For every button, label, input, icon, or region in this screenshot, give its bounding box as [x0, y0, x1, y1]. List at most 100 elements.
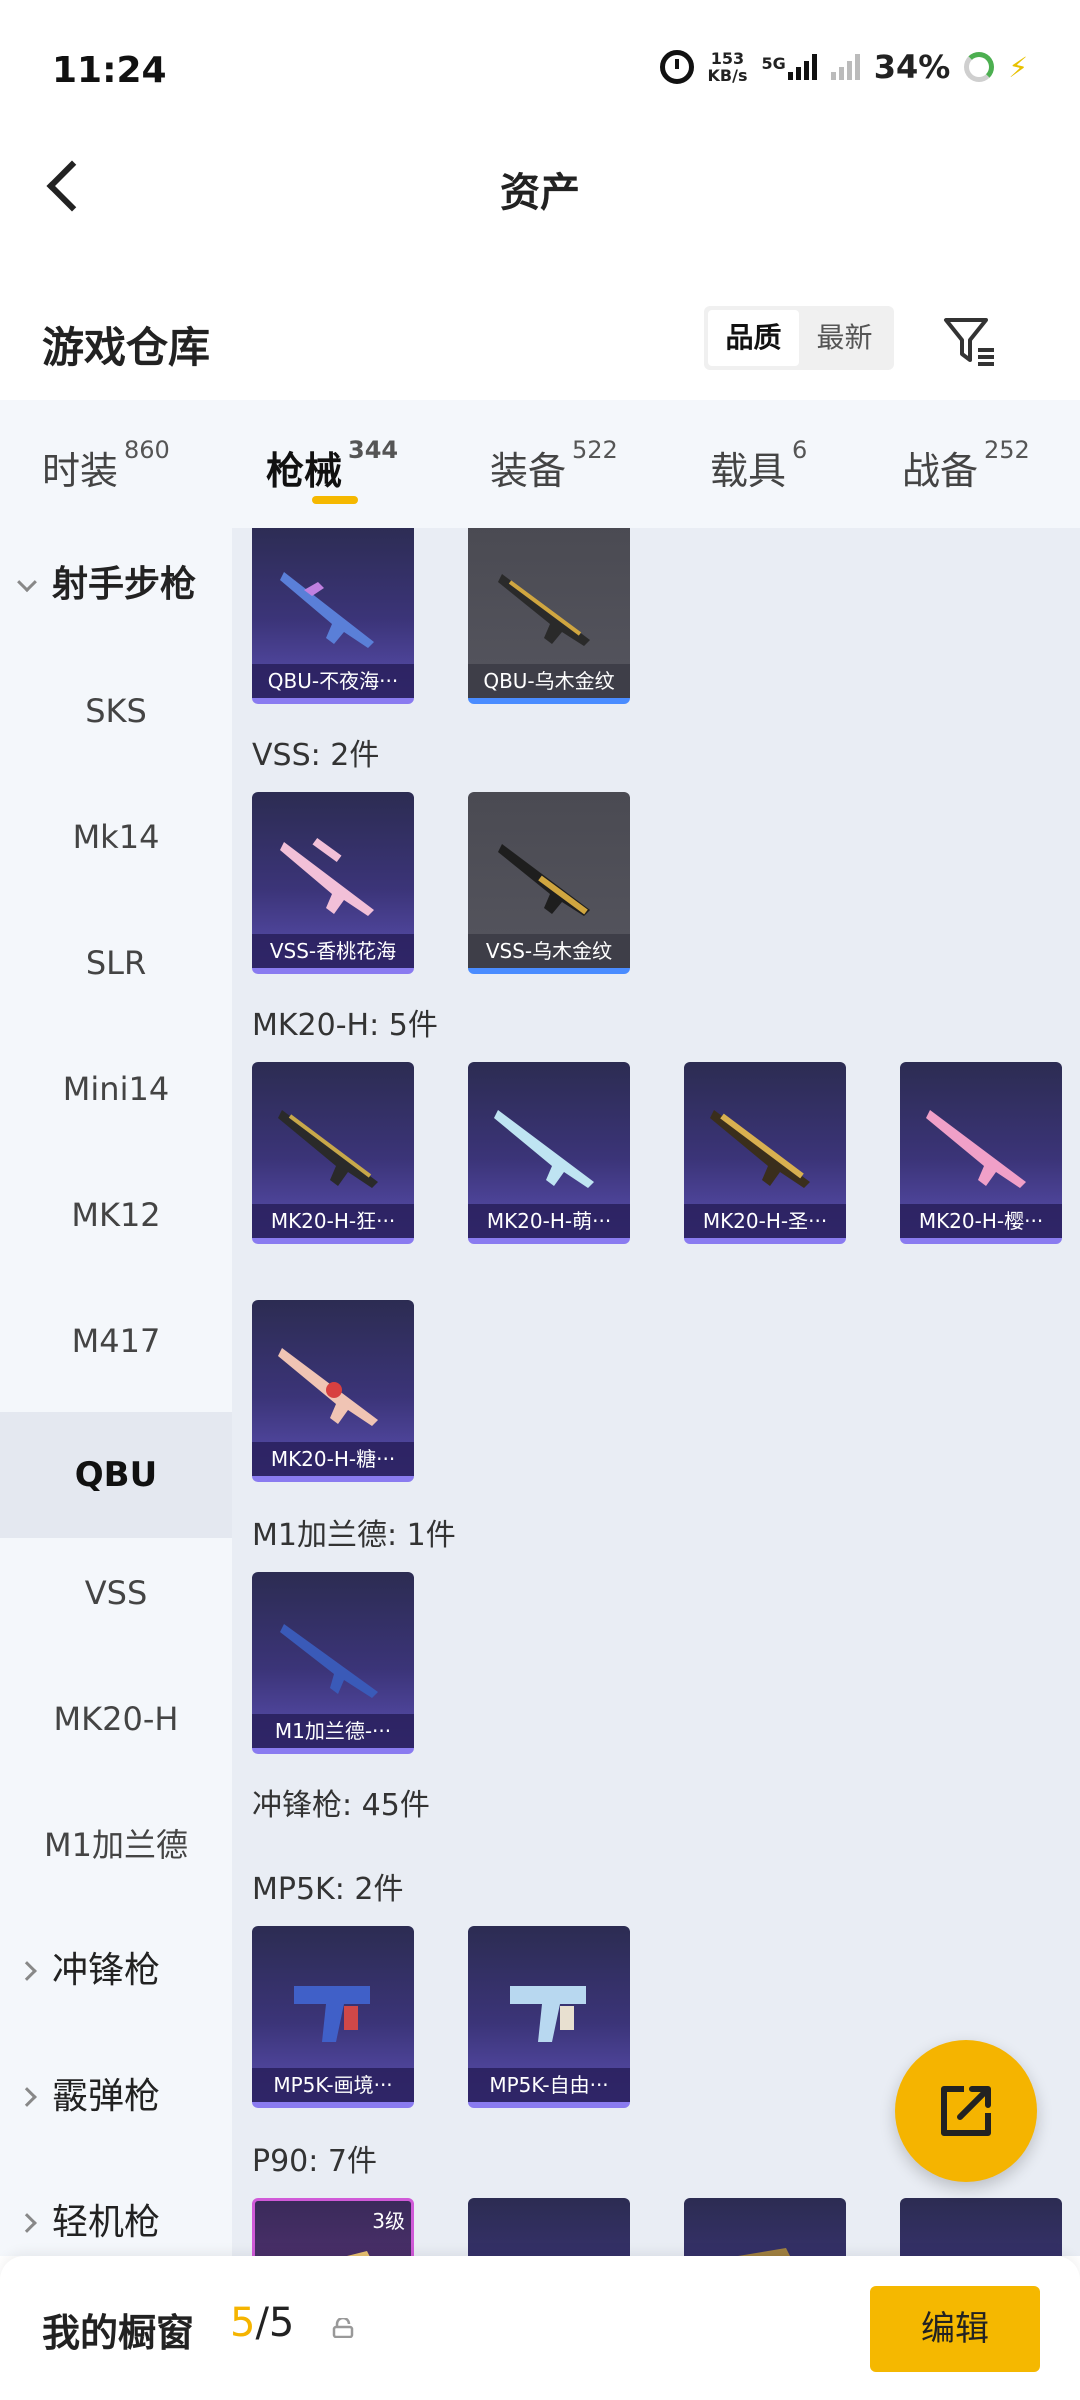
- skin-card[interactable]: VSS-香桃花海: [252, 792, 414, 974]
- network-speed-value: 153: [710, 49, 745, 68]
- showcase-current: 5: [230, 2300, 256, 2346]
- battery-icon: [964, 52, 995, 82]
- skin-card[interactable]: MK20-H-糖···: [252, 1300, 414, 1482]
- sidebar-item-label: 霰弹枪: [52, 2076, 161, 2117]
- warehouse-title: 游戏仓库: [42, 323, 211, 372]
- tab-firearms[interactable]: 枪械 344: [266, 436, 398, 495]
- sidebar-item-mini14[interactable]: Mini14: [0, 1026, 232, 1152]
- lock-icon: [332, 2318, 354, 2338]
- sort-newest-button[interactable]: 最新: [799, 310, 890, 366]
- skin-card[interactable]: MK20-H-圣···: [684, 1062, 846, 1244]
- tab-equipment[interactable]: 装备 522: [490, 436, 618, 495]
- skin-name: QBU-不夜海···: [252, 664, 414, 698]
- section-title-mp5k: MP5K: 2件: [252, 1872, 404, 1907]
- signal-5g: 5G: [761, 54, 817, 80]
- smg-icon: [510, 1986, 586, 2042]
- tab-label: 时装: [42, 449, 119, 493]
- skin-card[interactable]: [468, 2198, 630, 2256]
- sidebar-group-smg[interactable]: 冲锋枪: [0, 1908, 232, 2034]
- skin-card[interactable]: M1加兰德-···: [252, 1572, 414, 1754]
- chevron-right-icon: [17, 2087, 37, 2107]
- section-title-vss: VSS: 2件: [252, 738, 380, 773]
- sidebar-item-m1-garand[interactable]: M1加兰德: [0, 1782, 232, 1908]
- weapon-type-sidebar: 射手步枪 SKS Mk14 SLR Mini14 MK12 M417 QBU V…: [0, 528, 232, 2256]
- tab-vehicles[interactable]: 载具 6: [710, 436, 807, 495]
- chevron-right-icon: [17, 1961, 37, 1981]
- tab-count: 860: [124, 436, 170, 464]
- skin-card[interactable]: MK20-H-萌···: [468, 1062, 630, 1244]
- skin-card[interactable]: [900, 2198, 1062, 2256]
- charging-icon: ⚡: [1008, 50, 1028, 84]
- skin-card[interactable]: 3级: [252, 2198, 414, 2256]
- status-icons: 153 KB/s 5G 34% ⚡: [659, 48, 1028, 86]
- sidebar-item-vss[interactable]: VSS: [0, 1530, 232, 1656]
- sidebar-item-mk14[interactable]: Mk14: [0, 774, 232, 900]
- sidebar-item-mk12[interactable]: MK12: [0, 1152, 232, 1278]
- tab-count: 522: [572, 436, 618, 464]
- sidebar-item-m417[interactable]: M417: [0, 1278, 232, 1404]
- sidebar-item-slr[interactable]: SLR: [0, 900, 232, 1026]
- skin-name: MK20-H-狂···: [252, 1204, 414, 1238]
- sidebar-item-qbu[interactable]: QBU: [0, 1412, 232, 1538]
- sort-toggle: 品质 最新: [704, 306, 894, 370]
- sidebar-group-marksman-rifles[interactable]: 射手步枪: [0, 528, 232, 648]
- chevron-down-icon: [17, 572, 37, 593]
- sidebar-item-mk20h[interactable]: MK20-H: [0, 1656, 232, 1782]
- chevron-right-icon: [17, 2213, 37, 2233]
- tab-label: 载具: [710, 449, 787, 493]
- sidebar-item-label: 射手步枪: [52, 564, 197, 605]
- skin-card[interactable]: MK20-H-狂···: [252, 1062, 414, 1244]
- rifle-icon: [498, 574, 590, 646]
- skin-name: M1加兰德-···: [252, 1714, 414, 1748]
- rifle-icon: [280, 572, 374, 648]
- skin-card[interactable]: [684, 2198, 846, 2256]
- section-title-mk20h: MK20-H: 5件: [252, 1008, 438, 1043]
- skin-card[interactable]: MK20-H-樱···: [900, 1062, 1062, 1244]
- tab-fashion[interactable]: 时装 860: [42, 436, 170, 495]
- skin-card[interactable]: QBU-乌木金纹: [468, 528, 630, 704]
- signal-strength-icon: [787, 54, 817, 80]
- level-badge: 3级: [372, 2209, 405, 2233]
- rifle-icon: [280, 1624, 378, 1698]
- skin-card[interactable]: MP5K-画境···: [252, 1926, 414, 2108]
- skin-card[interactable]: MP5K-自由···: [468, 1926, 630, 2108]
- skin-name: MK20-H-樱···: [900, 1204, 1062, 1238]
- page-title: 资产: [500, 170, 580, 216]
- rifle-icon: [494, 1110, 594, 1188]
- share-button[interactable]: [895, 2040, 1037, 2182]
- showcase-bar: 我的橱窗 5/5 编辑: [0, 2256, 1080, 2400]
- tab-battle-gear[interactable]: 战备 252: [902, 436, 1030, 495]
- tab-label: 战备: [902, 449, 979, 493]
- sidebar-item-label: 冲锋枪: [52, 1950, 161, 1991]
- warehouse-row: 游戏仓库 品质 最新: [0, 290, 1080, 390]
- skin-name: MP5K-画境···: [252, 2068, 414, 2102]
- skin-name: QBU-乌木金纹: [468, 664, 630, 698]
- rifle-icon: [498, 844, 590, 916]
- edit-button[interactable]: 编辑: [870, 2286, 1040, 2372]
- alarm-icon: [659, 50, 694, 84]
- sidebar-item-label: 轻机枪: [52, 2202, 161, 2243]
- skin-name: VSS-乌木金纹: [468, 934, 630, 968]
- battery-percent: 34%: [873, 48, 951, 86]
- rifle-icon: [278, 1348, 378, 1426]
- weapon-skin-list: QBU-不夜海··· QBU-乌木金纹 VSS: 2件 VSS-香桃花海 VSS…: [232, 528, 1080, 2256]
- sort-quality-button[interactable]: 品质: [708, 310, 799, 366]
- signal-strength-2-icon: [830, 54, 860, 80]
- sidebar-item-sks[interactable]: SKS: [0, 648, 232, 774]
- smg-icon: [738, 2248, 790, 2256]
- sidebar-group-lmg[interactable]: 轻机枪: [0, 2160, 232, 2256]
- smg-icon: [294, 1986, 370, 2042]
- rifle-icon: [926, 1110, 1026, 1188]
- sidebar-group-shotgun[interactable]: 霰弹枪: [0, 2034, 232, 2160]
- filter-icon[interactable]: [940, 312, 998, 370]
- skin-card[interactable]: QBU-不夜海···: [252, 528, 414, 704]
- tab-count: 252: [984, 436, 1030, 464]
- section-title-smg: 冲锋枪: 45件: [252, 1788, 430, 1823]
- skin-name: MK20-H-圣···: [684, 1204, 846, 1238]
- section-title-p90: P90: 7件: [252, 2144, 377, 2179]
- tab-count: 344: [348, 436, 399, 464]
- rifle-icon: [278, 1110, 378, 1188]
- network-speed-unit: KB/s: [707, 66, 748, 85]
- skin-card[interactable]: VSS-乌木金纹: [468, 792, 630, 974]
- tab-count: 6: [792, 436, 808, 464]
